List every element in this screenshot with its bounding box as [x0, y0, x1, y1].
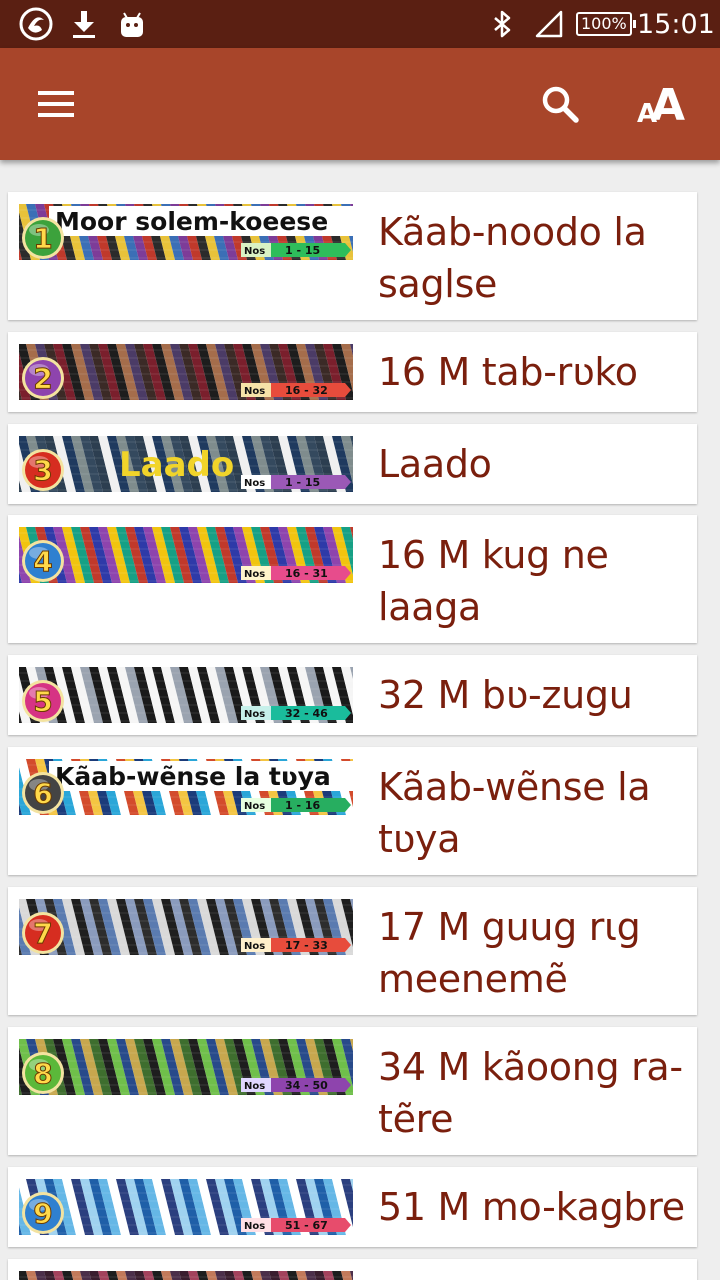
- list-item[interactable]: Nos 51 - 67 9 51 M mo-kagbre: [8, 1167, 697, 1247]
- item-title: Laado: [378, 442, 492, 486]
- item-thumbnail: Nos 17 - 33 7: [19, 899, 353, 955]
- list-item[interactable]: Kãab-wẽnse la tʋya Nos 1 - 16 6 Kãab-wẽnse l…: [8, 747, 697, 875]
- item-thumbnail: Nos 16 - 32 2: [19, 344, 353, 400]
- number-badge: 2: [22, 357, 64, 399]
- number-badge: 3: [22, 449, 64, 491]
- book-list: Moor solem-koeese Nos 1 - 15 1 Kãab-noodo la…: [0, 160, 720, 1280]
- number-badge: 5: [22, 680, 64, 722]
- menu-button[interactable]: [16, 64, 96, 144]
- android-debug-icon: [118, 0, 146, 48]
- item-title: 34 M kãoong ra-tẽre: [378, 1045, 683, 1141]
- number-badge: 8: [22, 1052, 64, 1094]
- number-badge: 6: [22, 772, 64, 814]
- list-item[interactable]: Nos 16 - 31 4 16 M kug ne laaga: [8, 515, 697, 643]
- item-title: 32 M bʋ-zugu: [378, 673, 633, 717]
- svg-text:8: 8: [33, 1057, 52, 1090]
- range-text: 1 - 15: [285, 476, 320, 489]
- range-tag: Nos 1 - 16: [241, 798, 351, 812]
- svg-text:3: 3: [33, 454, 52, 487]
- thumbnail-overlay-text: Moor solem-koeese: [55, 207, 328, 236]
- svg-text:Nos: Nos: [244, 709, 265, 720]
- battery-percent: 100%: [576, 12, 632, 36]
- item-title: 16 M tab-rʋko: [378, 350, 638, 394]
- item-title: 17 M guug rɩg meenemẽ: [378, 905, 641, 1001]
- item-title: 16 M kug ne laaga: [378, 533, 609, 629]
- svg-text:Nos: Nos: [244, 941, 265, 952]
- hamburger-menu-icon: [38, 91, 74, 117]
- list-item[interactable]: 10: [8, 1259, 697, 1280]
- svg-text:6: 6: [33, 777, 52, 810]
- svg-text:7: 7: [33, 917, 52, 950]
- svg-text:9: 9: [33, 1197, 52, 1230]
- svg-text:A: A: [651, 82, 685, 126]
- app-toolbar: A A: [0, 48, 720, 160]
- svg-text:5: 5: [33, 685, 52, 718]
- range-text: 17 - 33: [285, 939, 328, 952]
- svg-text:Nos: Nos: [244, 1221, 265, 1232]
- battery-indicator: 100%: [576, 0, 636, 48]
- svg-text:2: 2: [33, 362, 52, 395]
- range-text: 51 - 67: [285, 1219, 328, 1232]
- range-tag: Nos 34 - 50: [241, 1078, 351, 1092]
- thumbnail-overlay-text: Kãab-wẽnse la tʋya: [55, 762, 331, 791]
- svg-text:Nos: Nos: [244, 386, 265, 397]
- item-thumbnail: 10: [19, 1271, 353, 1280]
- svg-text:Nos: Nos: [244, 569, 265, 580]
- status-bar: 100% 15:01: [0, 0, 720, 48]
- item-thumbnail: Moor solem-koeese Nos 1 - 15 1: [19, 204, 353, 260]
- range-text: 1 - 15: [285, 244, 320, 257]
- number-badge: 7: [22, 912, 64, 954]
- signal-icon: [534, 0, 564, 48]
- range-tag: Nos 16 - 32: [241, 383, 351, 397]
- search-button[interactable]: [520, 64, 600, 144]
- number-badge: 1: [22, 217, 64, 259]
- text-size-icon: A A: [637, 82, 685, 126]
- svg-text:Nos: Nos: [244, 801, 265, 812]
- svg-text:4: 4: [33, 545, 52, 578]
- range-text: 1 - 16: [285, 799, 321, 812]
- range-text: 32 - 46: [285, 707, 328, 720]
- range-tag: Nos 17 - 33: [241, 938, 351, 952]
- list-item[interactable]: Laado Nos 1 - 15 3 Laado: [8, 424, 697, 504]
- range-tag: Nos 32 - 46: [241, 706, 351, 720]
- bluetooth-icon: [490, 0, 516, 48]
- list-item[interactable]: Moor solem-koeese Nos 1 - 15 1 Kãab-noodo la…: [8, 192, 697, 320]
- range-text: 16 - 31: [285, 567, 328, 580]
- range-tag: Nos 1 - 15: [241, 475, 351, 489]
- download-icon: [70, 0, 98, 48]
- svg-text:1: 1: [33, 222, 52, 255]
- thumbnail-overlay-text: Laado: [119, 445, 234, 485]
- range-tag: Nos 1 - 15: [241, 243, 351, 257]
- range-tag: Nos 51 - 67: [241, 1218, 351, 1232]
- item-title: 51 M mo-kagbre: [378, 1185, 685, 1229]
- list-item[interactable]: Nos 34 - 50 8 34 M kãoong ra-tẽre: [8, 1027, 697, 1155]
- list-item[interactable]: Nos 17 - 33 7 17 M guug rɩg meenemẽ: [8, 887, 697, 1015]
- svg-text:Nos: Nos: [244, 246, 265, 257]
- svg-text:Nos: Nos: [244, 478, 265, 489]
- app-logo-icon: [18, 0, 54, 48]
- clock: 15:01: [637, 8, 715, 40]
- list-item[interactable]: Nos 16 - 32 2 16 M tab-rʋko: [8, 332, 697, 412]
- svg-text:Nos: Nos: [244, 1081, 265, 1092]
- item-thumbnail: Nos 34 - 50 8: [19, 1039, 353, 1095]
- item-thumbnail: Nos 51 - 67 9: [19, 1179, 353, 1235]
- list-item[interactable]: Nos 32 - 46 5 32 M bʋ-zugu: [8, 655, 697, 735]
- item-thumbnail: Nos 32 - 46 5: [19, 667, 353, 723]
- range-text: 16 - 32: [285, 384, 328, 397]
- number-badge: 9: [22, 1192, 64, 1234]
- search-icon: [542, 86, 579, 123]
- battery-tip: [632, 20, 636, 28]
- item-thumbnail: Nos 16 - 31 4: [19, 527, 353, 583]
- number-badge: 4: [22, 540, 64, 582]
- range-tag: Nos 16 - 31: [241, 566, 351, 580]
- item-title: Kãab-noodo la saglse: [378, 210, 647, 306]
- item-title: Kãab-wẽnse la tʋya: [378, 765, 651, 861]
- range-text: 34 - 50: [285, 1079, 328, 1092]
- item-thumbnail: Laado Nos 1 - 15 3: [19, 436, 353, 492]
- item-thumbnail: Kãab-wẽnse la tʋya Nos 1 - 16 6: [19, 759, 353, 815]
- font-size-button[interactable]: A A: [624, 64, 704, 144]
